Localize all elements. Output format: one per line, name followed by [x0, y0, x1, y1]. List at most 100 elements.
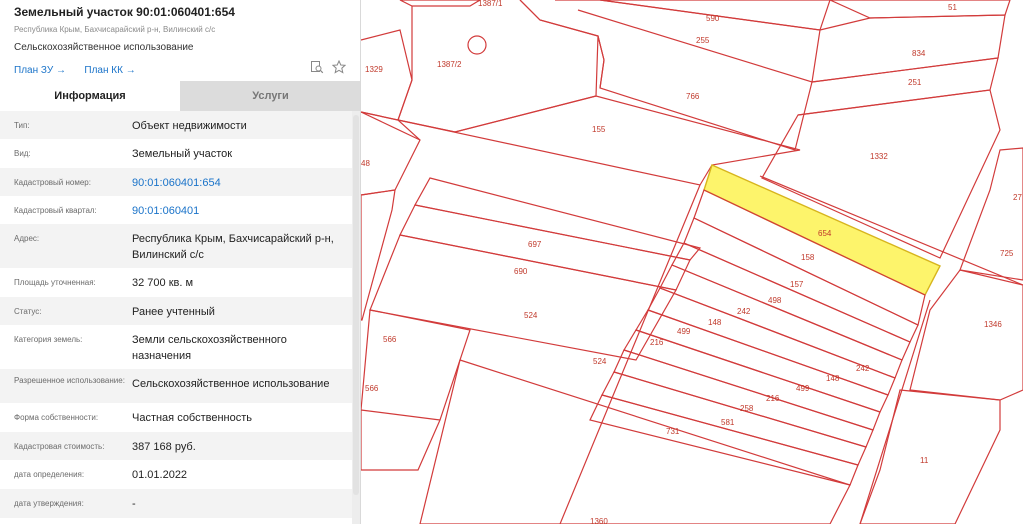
parcel-1387-2[interactable]	[397, 0, 599, 133]
label-258: 258	[740, 404, 754, 413]
row-value: Ранее учтенный	[132, 306, 215, 318]
label-48: 48	[361, 159, 370, 168]
row-label: Кадастровый номер:	[14, 178, 91, 187]
row-label: Статус:	[14, 307, 42, 316]
label-590: 590	[706, 14, 720, 23]
label-158: 158	[801, 253, 815, 262]
cadastral-quarter-link[interactable]: 90:01:060401	[132, 196, 352, 226]
row-cadastral-value: Кадастровая стоимость: 387 168 руб.	[0, 432, 352, 460]
row-area: Площадь уточненная: 32 700 кв. м	[0, 268, 352, 297]
parcel-155[interactable]	[397, 95, 801, 186]
parcel-1329[interactable]	[360, 29, 413, 121]
parcel-1387-1[interactable]	[399, 0, 605, 89]
label-725: 725	[1000, 249, 1014, 258]
row-value: 01.01.2022	[132, 469, 188, 481]
row-value: 32 700 кв. м	[132, 277, 194, 289]
label-242a: 242	[737, 307, 751, 316]
label-766: 766	[686, 92, 700, 101]
label-697: 697	[528, 240, 542, 249]
property-table: Тип: Объект недвижимости Вид: Земельный уч…	[0, 111, 352, 518]
info-panel: Земельный участок 90:01:060401:654 Респу…	[0, 0, 361, 524]
parcel-731[interactable]	[589, 394, 859, 486]
label-251: 251	[908, 78, 922, 87]
label-148b: 148	[826, 374, 840, 383]
row-value: Объект недвижимости	[132, 120, 247, 132]
label-524b: 524	[593, 357, 607, 366]
parcel-697[interactable]	[414, 177, 702, 261]
star-icon[interactable]	[331, 59, 347, 74]
row-date-approved: дата утверждения: -	[0, 489, 352, 518]
row-label: дата утверждения:	[14, 499, 84, 508]
tab-info[interactable]: Информация	[0, 81, 180, 111]
label-1346: 1346	[984, 320, 1002, 329]
cadastral-number-link[interactable]: 90:01:060401:654	[132, 168, 352, 198]
label-155: 155	[592, 125, 606, 134]
label-51: 51	[948, 3, 957, 12]
row-kind: Вид: Земельный участок	[0, 139, 352, 168]
row-label: Вид:	[14, 149, 31, 158]
row-address: Адрес: Республика Крым, Бахчисарайский р-…	[0, 224, 352, 268]
row-value: -	[132, 498, 136, 510]
label-242b: 242	[856, 364, 870, 373]
label-148a: 148	[708, 318, 722, 327]
label-690: 690	[514, 267, 528, 276]
label-216a: 216	[650, 338, 664, 347]
label-654: 654	[818, 229, 832, 238]
row-date-defined: дата определения: 01.01.2022	[0, 460, 352, 489]
row-label: Адрес:	[14, 234, 40, 243]
row-value: 387 168 руб.	[132, 441, 196, 453]
label-566a: 566	[383, 335, 397, 344]
parcel-766[interactable]	[597, 35, 813, 151]
row-cadastral-number: Кадастровый номер: 90:01:060401:654	[0, 168, 352, 196]
label-1332: 1332	[870, 152, 888, 161]
row-land-category: Категория земель: Земли сельскохозяйствен…	[0, 325, 352, 369]
parcel-690[interactable]	[399, 204, 691, 291]
label-27: 27	[1013, 193, 1022, 202]
plan-links: План ЗУ → План КК →	[14, 59, 347, 82]
usage-text: Сельскохозяйственное использование	[14, 42, 194, 53]
row-label: Категория земель:	[14, 335, 83, 344]
panel-scrollbar[interactable]	[352, 111, 360, 524]
label-1387-2: 1387/2	[437, 60, 462, 69]
row-cadastral-quarter: Кадастровый квартал: 90:01:060401	[0, 196, 352, 224]
parcel-27[interactable]	[360, 189, 396, 321]
label-1329: 1329	[365, 65, 383, 74]
plan-zu-link[interactable]: План ЗУ →	[14, 64, 66, 78]
label-1360: 1360	[590, 517, 608, 524]
label-216b: 216	[766, 394, 780, 403]
row-label: Кадастровый квартал:	[14, 206, 97, 215]
row-label: Форма собственности:	[14, 413, 99, 422]
label-499a: 499	[677, 327, 691, 336]
parcel-circle[interactable]	[467, 35, 487, 55]
label-11: 11	[920, 456, 929, 465]
label-566b: 566	[365, 384, 379, 393]
row-value: Земли сельскохозяйственного назначения	[132, 334, 287, 362]
parcel-48[interactable]	[360, 111, 421, 196]
parcel-725[interactable]	[959, 147, 1023, 281]
label-581: 581	[721, 418, 735, 427]
parcel-big-bottom[interactable]	[419, 359, 851, 524]
label-499b: 499	[796, 384, 810, 393]
parcel-834[interactable]	[811, 14, 1006, 83]
plan-kk-link[interactable]: План КК →	[84, 64, 135, 78]
row-label: Тип:	[14, 121, 30, 130]
row-value: Земельный участок	[132, 148, 233, 160]
scrollbar-thumb[interactable]	[353, 115, 359, 495]
parcel-242[interactable]	[659, 264, 903, 379]
search-doc-icon[interactable]	[310, 60, 324, 74]
row-label: дата определения:	[14, 470, 85, 479]
parcel-524[interactable]	[369, 234, 677, 361]
header-tools	[310, 59, 347, 74]
row-value: Республика Крым, Бахчисарайский р-н, Вил…	[132, 233, 334, 261]
address-subtitle: Республика Крым, Бахчисарайский р-н, Вил…	[14, 25, 216, 34]
label-731: 731	[666, 427, 680, 436]
tab-bar: Информация Услуги	[0, 81, 360, 111]
parcel-258[interactable]	[613, 349, 874, 448]
row-label: Площадь уточненная:	[14, 278, 96, 287]
parcel-251[interactable]	[797, 57, 999, 116]
label-255: 255	[696, 36, 710, 45]
label-834: 834	[912, 49, 926, 58]
tab-services[interactable]: Услуги	[180, 81, 360, 111]
page-title: Земельный участок 90:01:060401:654	[14, 5, 235, 19]
row-status: Статус: Ранее учтенный	[0, 297, 352, 325]
